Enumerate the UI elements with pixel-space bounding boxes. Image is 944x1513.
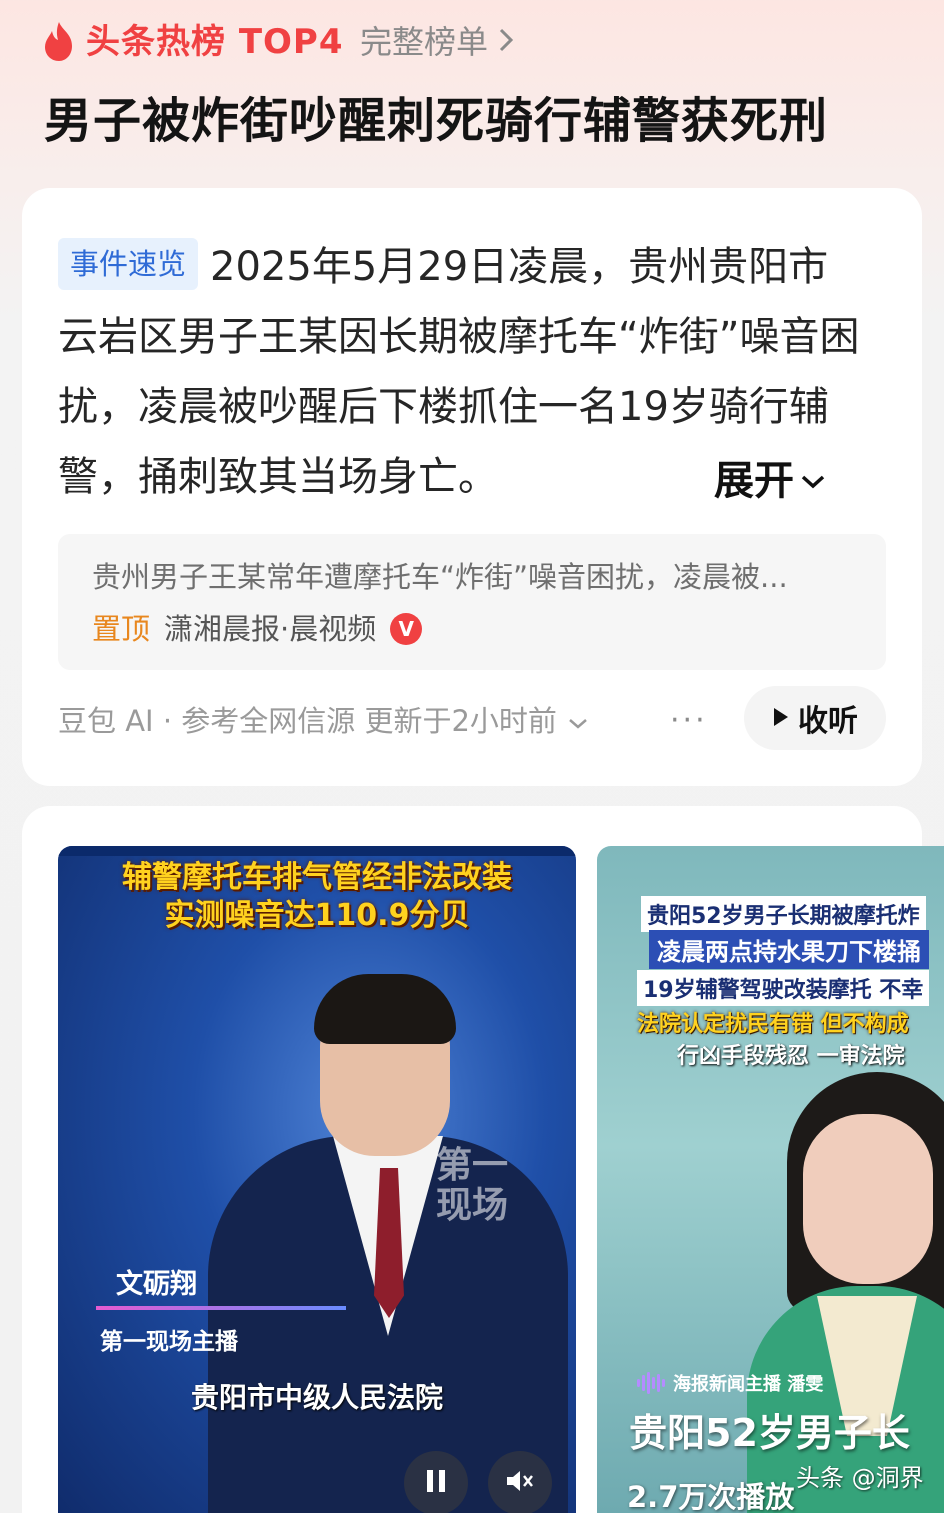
full-list-label: 完整榜单 — [360, 23, 489, 61]
pinned-label: 置顶 — [92, 612, 151, 646]
name-underline — [96, 1306, 346, 1310]
anchor2-face — [803, 1114, 933, 1284]
more-options-icon[interactable]: ··· — [670, 700, 708, 742]
pause-button[interactable] — [404, 1451, 468, 1513]
ai-source-text: 豆包 AI · 参考全网信源 更新于2小时前 — [58, 704, 557, 738]
expand-label: 展开 — [714, 458, 794, 504]
host-name: 海报新闻主播 潘雯 — [673, 1374, 824, 1395]
ai-source-info[interactable]: 豆包 AI · 参考全网信源 更新于2小时前 — [58, 700, 589, 742]
expand-button[interactable]: 展开 — [668, 442, 826, 512]
video2-title-overlay: 贵阳52岁男子长 — [629, 1411, 910, 1455]
hot-list-brand: 头条热榜 TOP4 — [86, 22, 344, 62]
video-thumbnail-1[interactable]: 辅警摩托车排气管经非法改装 实测噪音达110.9分贝 第一 现场 文砺翔 第一现… — [58, 846, 576, 1513]
channel-watermark-line-2: 现场 — [436, 1185, 509, 1226]
anchor-hair — [314, 974, 456, 1044]
pause-icon — [425, 1468, 447, 1498]
video-thumbnail-2[interactable]: 贵阳52岁男子长期被摩托炸 凌晨两点持水果刀下楼捅 19岁辅警驾驶改装摩托 不幸… — [597, 846, 944, 1513]
video2-caption-3: 19岁辅警驾驶改装摩托 不幸 — [637, 970, 930, 1006]
verified-badge-icon: V — [390, 613, 423, 645]
video-caption-line-1: 辅警摩托车排气管经非法改装 — [122, 860, 512, 895]
anchor-role: 第一现场主播 — [100, 1329, 238, 1355]
channel-watermark: 第一 现场 — [436, 1146, 526, 1226]
listen-label: 收听 — [798, 704, 858, 739]
location-caption: 贵阳市中级人民法院 — [190, 1381, 443, 1414]
play-count: 2.7万次播放 — [627, 1480, 795, 1513]
mute-button[interactable] — [488, 1451, 552, 1513]
audio-wave-icon — [637, 1372, 665, 1394]
chevron-right-icon — [498, 20, 514, 64]
source-media-name[interactable]: 潇湘晨报·晨视频 — [164, 608, 376, 650]
video2-caption-1: 贵阳52岁男子长期被摩托炸 — [641, 896, 926, 932]
event-overview-tag: 事件速览 — [58, 238, 199, 290]
video2-caption-5: 行凶手段残忍 一审法院 — [677, 1044, 905, 1069]
video-top-strip — [58, 846, 576, 856]
source-article-text[interactable]: 贵州男子王某常年遭摩托车“炸街”噪音困扰，凌晨被... — [92, 556, 852, 598]
host-label: 海报新闻主播 潘雯 — [637, 1370, 823, 1396]
chevron-down-small-icon — [567, 700, 589, 742]
full-list-link[interactable]: 完整榜单 — [360, 20, 514, 64]
platform-watermark: 头条 @洞界 — [796, 1464, 924, 1492]
listen-button[interactable]: 收听 — [744, 686, 886, 750]
video-caption-line-2: 实测噪音达110.9分贝 — [164, 898, 470, 933]
muted-speaker-icon — [504, 1467, 536, 1499]
page-title: 男子被炸街吵醒刺死骑行辅警获死刑 — [44, 93, 829, 149]
channel-watermark-line-1: 第一 — [436, 1145, 509, 1186]
video2-caption-4: 法院认定扰民有错 但不构成 — [637, 1012, 909, 1037]
video2-caption-2: 凌晨两点持水果刀下楼捅 — [649, 930, 929, 969]
source-meta: 置顶 潇湘晨报·晨视频 V — [92, 608, 423, 650]
play-icon — [772, 701, 790, 736]
chevron-down-icon — [800, 454, 826, 500]
anchor-name: 文砺翔 — [116, 1269, 197, 1300]
flame-icon — [40, 20, 78, 62]
